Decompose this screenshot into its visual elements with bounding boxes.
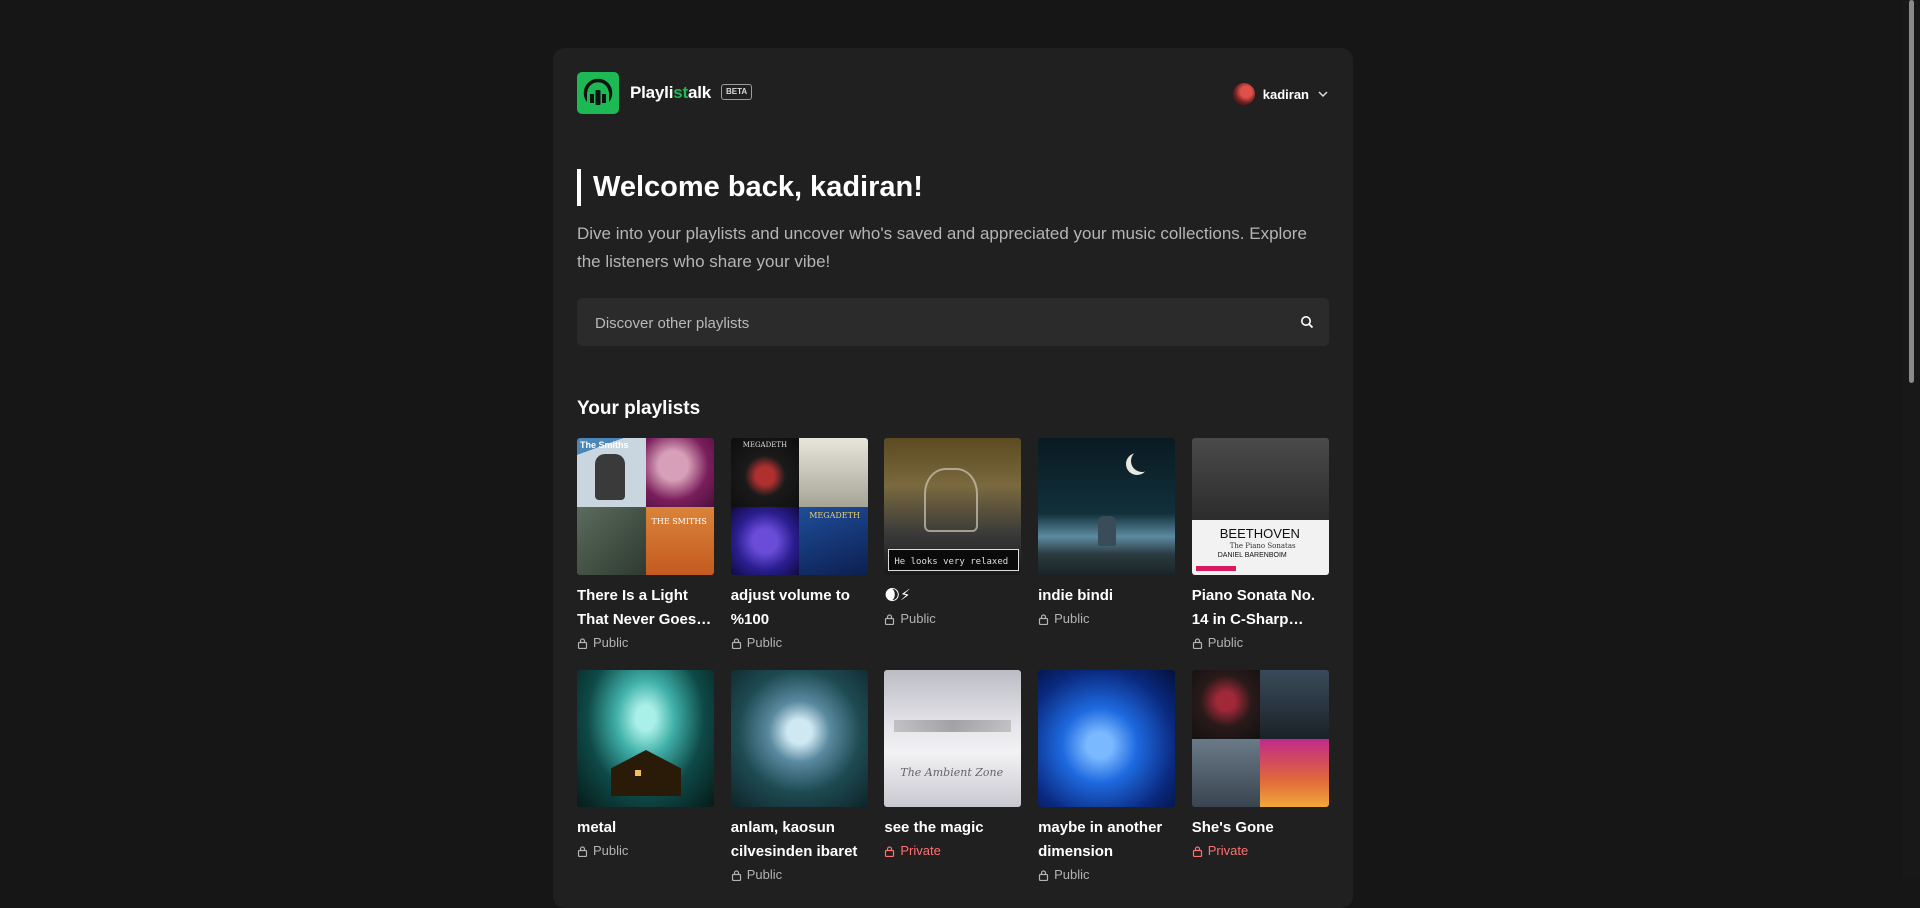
playlist-name: indie bindi: [1038, 587, 1114, 604]
playlist-grid: The Smiths THE SMITHS There Is a Light T…: [577, 438, 1329, 902]
section-title: Your playlists: [577, 398, 701, 419]
playlist-card[interactable]: She's Gone Private: [1191, 670, 1329, 902]
lock-icon: [1192, 637, 1202, 649]
lock-icon: [731, 637, 741, 649]
playlist-cover: [1191, 670, 1329, 807]
playlist-name: see the magic: [884, 819, 984, 836]
cover-text: DANIEL BARENBOIM: [1217, 552, 1287, 559]
playlist-name: maybe in another dimension: [1038, 819, 1163, 860]
cover-text: The Piano Sonatas: [1229, 542, 1296, 550]
playlist-card[interactable]: metal Public: [577, 670, 714, 902]
lock-icon: [885, 845, 895, 857]
cover-text: He looks very relaxed: [894, 557, 1009, 567]
playlist-name: 🌒⚡: [884, 587, 911, 604]
playlist-cover: BEETHOVEN The Piano Sonatas DANIEL BAREN…: [1191, 438, 1329, 575]
cover-text: THE SMITHS: [651, 516, 707, 526]
playlist-cover: [1038, 670, 1176, 807]
playlist-name: There Is a Light That Never Goes Out: [577, 587, 697, 628]
header: Playlistalk BETA kadiran: [577, 72, 1329, 114]
page-scrollbar[interactable]: [1902, 0, 1920, 879]
lock-icon: [577, 637, 588, 649]
playlist-name: metal: [577, 819, 617, 836]
cover-text: BEETHOVEN: [1219, 526, 1300, 541]
visibility-status: Private: [884, 841, 1021, 861]
playlist-cover: [577, 670, 714, 807]
cover-text: MEGADETH: [742, 441, 788, 449]
search-icon[interactable]: [1300, 315, 1314, 329]
chevron-down-icon: [1318, 91, 1328, 98]
playlist-card[interactable]: He looks very relaxed 🌒⚡ Public: [884, 438, 1022, 670]
lock-icon: [577, 845, 588, 857]
visibility-status: Public: [1192, 633, 1329, 653]
playlist-card[interactable]: The Ambient Zone see the magic Private: [884, 670, 1022, 902]
avatar: [1232, 83, 1255, 105]
playlist-card[interactable]: indie bindi Public: [1038, 438, 1176, 670]
playlist-name: anlam, kaosun cilvesinden ibaret: [730, 819, 858, 860]
playlist-cover: The Smiths THE SMITHS: [577, 438, 714, 575]
cover-text: The Smiths: [580, 440, 629, 450]
playlist-card[interactable]: maybe in another dimension Public: [1038, 670, 1176, 902]
brand-name[interactable]: Playlistalk: [630, 83, 711, 103]
app-logo[interactable]: [577, 72, 619, 114]
visibility-status: Public: [884, 609, 1021, 629]
headphone-logo-icon: [583, 78, 613, 108]
page-description: Dive into your playlists and uncover who…: [577, 224, 1307, 271]
visibility-status: Private: [1192, 841, 1329, 861]
visibility-status: Public: [731, 865, 868, 885]
page-title: Welcome back, kadiran!: [577, 169, 923, 206]
playlist-card[interactable]: BEETHOVEN The Piano Sonatas DANIEL BAREN…: [1191, 438, 1329, 670]
visibility-status: Public: [1038, 865, 1175, 885]
search-input[interactable]: [593, 298, 1277, 348]
playlist-cover: The Ambient Zone: [884, 670, 1022, 807]
scrollbar-thumb[interactable]: [1909, 0, 1914, 383]
playlist-card[interactable]: The Smiths THE SMITHS There Is a Light T…: [577, 438, 714, 670]
search-bar: [577, 298, 1329, 348]
lock-icon: [885, 613, 895, 625]
playlist-name: She's Gone: [1191, 819, 1274, 836]
visibility-status: Public: [577, 841, 714, 861]
lock-icon: [1192, 845, 1202, 857]
lock-icon: [1038, 613, 1049, 625]
playlist-card[interactable]: anlam, kaosun cilvesinden ibaret Public: [730, 670, 868, 902]
username: kadiran: [1262, 86, 1309, 102]
beta-badge: BETA: [721, 84, 753, 100]
cover-text: MEGADETH: [809, 510, 860, 520]
visibility-status: Public: [731, 633, 868, 653]
playlist-cover: [730, 670, 868, 807]
visibility-status: Public: [577, 633, 714, 653]
playlist-cover: MEGADETH MEGADETH: [730, 438, 868, 575]
cover-text: The Ambient Zone: [900, 766, 1004, 779]
playlist-card[interactable]: MEGADETH MEGADETH adjust volume to %100 …: [730, 438, 868, 670]
playlist-cover: He looks very relaxed: [884, 438, 1022, 575]
playlist-cover: [1038, 438, 1176, 575]
main-card: Playlistalk BETA kadiran Welcome back, k…: [553, 48, 1353, 908]
playlist-name: Piano Sonata No. 14 in C-Sharp Minor: [1191, 587, 1316, 628]
visibility-status: Public: [1038, 609, 1175, 629]
playlist-name: adjust volume to %100: [730, 587, 850, 628]
user-menu[interactable]: kadiran: [1232, 81, 1329, 107]
